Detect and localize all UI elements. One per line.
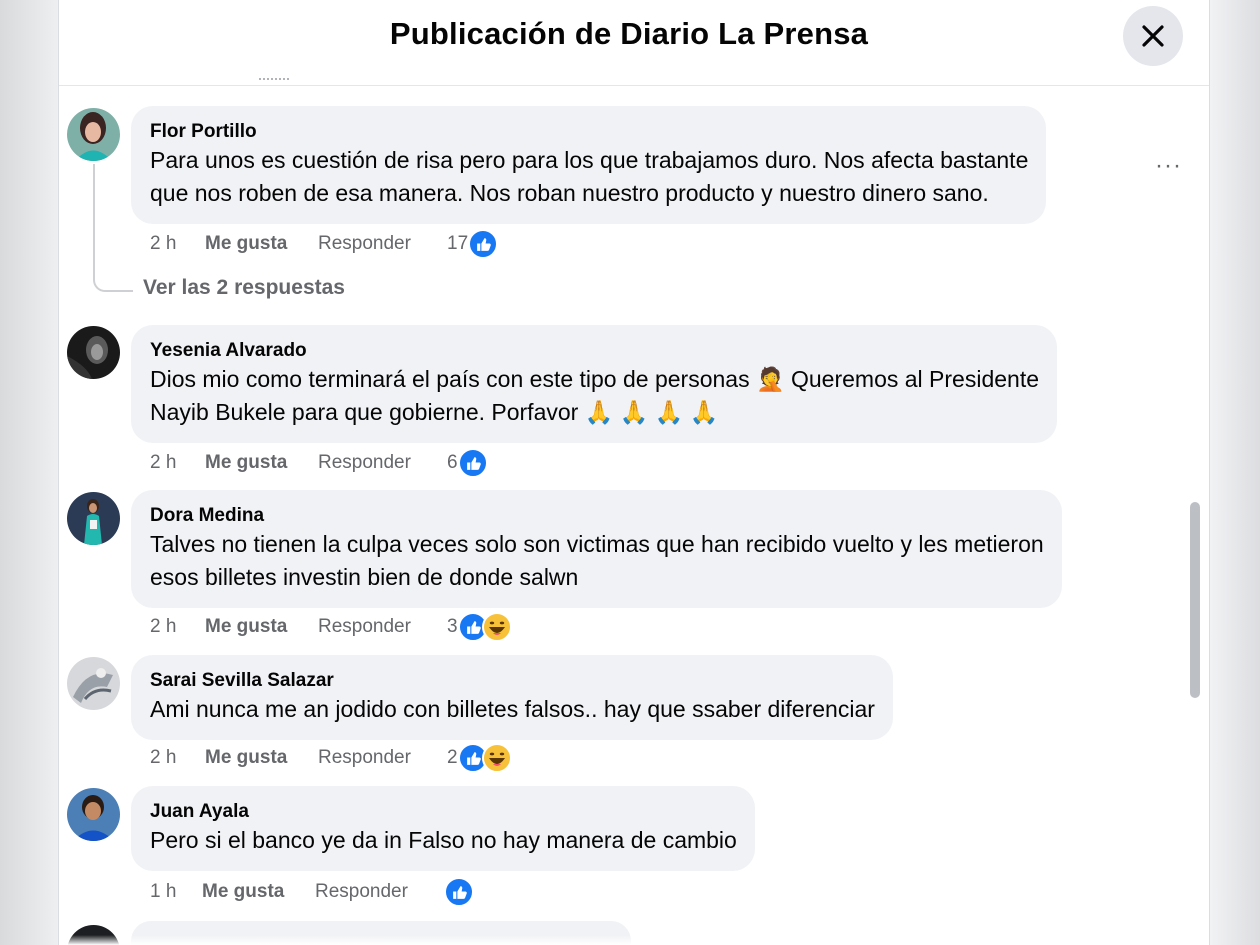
like-button[interactable]: Me gusta — [205, 452, 318, 474]
comment-bubble: Juan Ayala Pero si el banco ye da in Fal… — [131, 786, 755, 871]
comment-time[interactable]: 2 h — [150, 616, 205, 638]
haha-reaction-icon — [481, 743, 512, 773]
close-icon — [1142, 25, 1164, 47]
avatar[interactable] — [67, 492, 120, 545]
reply-button[interactable]: Responder — [318, 233, 447, 255]
avatar[interactable] — [67, 326, 120, 379]
reaction-summary[interactable]: 6 — [447, 448, 488, 478]
dialog-header: Publicación de Diario La Prensa — [59, 0, 1209, 86]
comment-time[interactable]: 2 h — [150, 233, 205, 255]
reaction-summary[interactable]: 2 — [447, 743, 512, 773]
reaction-summary[interactable] — [444, 877, 474, 907]
reply-button[interactable]: Responder — [318, 452, 447, 474]
view-replies-link[interactable]: Ver las 2 respuestas — [143, 276, 345, 300]
comment-author[interactable]: Flor Portillo — [150, 120, 1028, 144]
comment-actions: 1 h Me gusta Responder — [150, 877, 474, 907]
comment-text-line: Dios mio como terminará el país con este… — [150, 366, 1040, 392]
reaction-count: 6 — [447, 452, 458, 473]
like-button[interactable]: Me gusta — [202, 881, 315, 903]
reply-thread-line — [93, 164, 133, 292]
like-button[interactable]: Me gusta — [205, 233, 318, 255]
comment-text-line: Para unos es cuestión de risa pero para … — [150, 147, 1029, 173]
comment-author[interactable]: Sarai Sevilla Salazar — [150, 669, 875, 693]
like-button[interactable]: Me gusta — [205, 747, 318, 769]
avatar[interactable] — [67, 108, 120, 161]
comment-time[interactable]: 1 h — [150, 881, 202, 903]
reaction-summary[interactable]: 17 — [447, 229, 499, 259]
reaction-summary[interactable]: 3 — [447, 612, 512, 642]
reaction-count: 17 — [447, 233, 469, 254]
dialog-title: Publicación de Diario La Prensa — [389, 16, 869, 51]
haha-reaction-icon — [481, 612, 512, 642]
comment-time[interactable]: 2 h — [150, 747, 205, 769]
post-dialog: Publicación de Diario La Prensa Flor Por… — [58, 0, 1210, 945]
comment-bubble: Sarai Sevilla Salazar Ami nunca me an jo… — [131, 655, 893, 740]
header-crumb — [259, 78, 289, 86]
comment-author[interactable]: Yesenia Alvarado — [150, 339, 1039, 363]
like-reaction-icon — [444, 877, 474, 907]
reaction-count: 3 — [447, 616, 458, 637]
comment-text-line: esos billetes investin bien de donde sal… — [150, 564, 579, 590]
comment-actions: 2 h Me gusta Responder 17 — [150, 229, 499, 259]
avatar[interactable] — [67, 657, 120, 710]
reply-button[interactable]: Responder — [318, 616, 447, 638]
reaction-count: 2 — [447, 747, 458, 768]
close-button[interactable] — [1123, 6, 1183, 66]
backdrop-right — [1210, 0, 1260, 945]
reply-button[interactable]: Responder — [318, 747, 447, 769]
comment-text-line: Talves no tienen la culpa veces solo son… — [150, 531, 1044, 557]
comment-text-line: Pero si el banco ye da in Falso no hay m… — [150, 827, 737, 853]
comment-actions: 2 h Me gusta Responder 6 — [150, 448, 488, 478]
comment-text-line: Nayib Bukele para que gobierne. Porfavor… — [150, 399, 719, 425]
comment-actions: 2 h Me gusta Responder 3 — [150, 612, 512, 642]
like-reaction-icon — [457, 448, 488, 478]
comment-text-line: que nos roben de esa manera. Nos roban n… — [150, 180, 989, 206]
avatar[interactable] — [67, 788, 120, 841]
comment-time[interactable]: 2 h — [150, 452, 205, 474]
comment-author[interactable]: Dora Medina — [150, 504, 1044, 528]
scrollbar-thumb[interactable] — [1190, 502, 1200, 698]
comment-actions: 2 h Me gusta Responder 2 — [150, 743, 512, 773]
reply-button[interactable]: Responder — [315, 881, 444, 903]
like-reaction-icon — [468, 229, 499, 259]
bottom-fade — [59, 935, 1209, 945]
comment-bubble: Dora Medina Talves no tienen la culpa ve… — [131, 490, 1062, 608]
comment-bubble: Flor Portillo Para unos es cuestión de r… — [131, 106, 1047, 224]
comment-bubble: Yesenia Alvarado Dios mio como terminará… — [131, 325, 1058, 443]
comment-author[interactable]: Juan Ayala — [150, 800, 737, 824]
comment-text-line: Ami nunca me an jodido con billetes fals… — [150, 696, 875, 722]
more-options-button[interactable]: ··· — [1155, 152, 1182, 180]
backdrop-left — [0, 0, 58, 945]
like-button[interactable]: Me gusta — [205, 616, 318, 638]
